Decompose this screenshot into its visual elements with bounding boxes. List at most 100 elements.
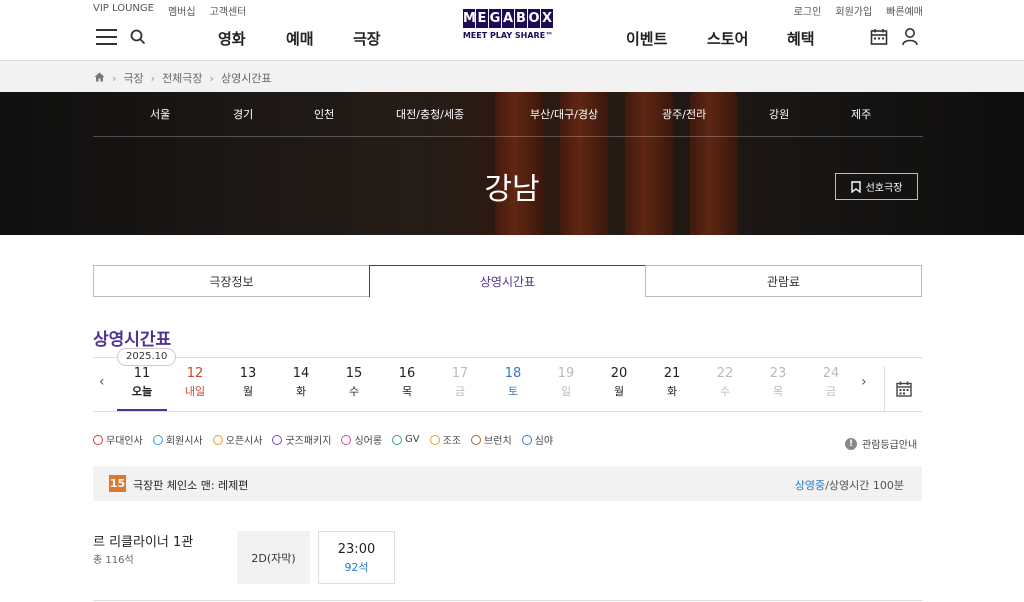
date-number: 11: [133, 366, 151, 381]
movie-title[interactable]: 극장판 체인소 맨: 레제편: [133, 477, 248, 493]
legend-item: 심야: [521, 432, 553, 447]
legend-label: 무대인사: [106, 436, 143, 447]
nav-theater[interactable]: 극장: [353, 28, 381, 49]
region-gyeonggi[interactable]: 경기: [233, 106, 253, 122]
date-item[interactable]: 24 금: [806, 366, 856, 411]
utility-links-left: VIP LOUNGE 멤버십 고객센터: [93, 3, 246, 18]
region-incheon[interactable]: 인천: [314, 106, 334, 122]
date-item[interactable]: 18 토: [488, 366, 538, 411]
date-weekday: 월: [613, 385, 625, 398]
tab-theater-info[interactable]: 극장정보: [93, 265, 370, 297]
nav-booking[interactable]: 예매: [286, 28, 314, 49]
rating-info-label: 관람등급안내: [862, 440, 918, 451]
legend-item: 조조: [429, 432, 462, 447]
date-weekday: 수: [348, 385, 360, 398]
quick-booking-link[interactable]: 빠른예매: [886, 3, 923, 18]
legend-item: 오픈시사: [212, 432, 263, 447]
logo-letter: M: [463, 9, 476, 28]
membership-link[interactable]: 멤버십: [168, 3, 196, 18]
date-number: 12: [186, 366, 204, 381]
region-gangwon[interactable]: 강원: [769, 106, 789, 122]
date-item[interactable]: 15 수: [329, 366, 379, 411]
chevron-right-icon: ›: [209, 71, 214, 85]
date-number: 22: [716, 366, 734, 381]
date-number: 24: [822, 366, 840, 381]
nav-benefit[interactable]: 혜택: [787, 28, 815, 49]
megabox-logo[interactable]: M E G A B O X MEET PLAY SHARE™: [454, 9, 562, 47]
date-weekday: 내일: [184, 385, 206, 398]
date-weekday: 일: [560, 385, 572, 398]
date-item[interactable]: 17 금: [435, 366, 485, 411]
date-item[interactable]: 22 수: [700, 366, 750, 411]
schedule-calendar-icon[interactable]: [870, 28, 888, 50]
tab-pricing[interactable]: 관람료: [645, 265, 922, 297]
region-nav: 서울 경기 인천 대전/충청/세종 부산/대구/경상 광주/전라 강원 제주: [93, 92, 923, 137]
utility-links-right: 로그인 회원가입 빠른예매: [794, 3, 923, 18]
date-item[interactable]: 12 내일: [170, 366, 220, 411]
date-item[interactable]: 11 오늘: [117, 366, 167, 411]
next-date-arrow[interactable]: ›: [861, 374, 867, 390]
region-seoul[interactable]: 서울: [150, 106, 170, 122]
date-weekday: 화: [666, 385, 678, 398]
logo-letter: G: [489, 9, 501, 28]
date-picker-button[interactable]: [884, 366, 922, 411]
legend-item: 회원시사: [152, 432, 203, 447]
date-item[interactable]: 23 목: [753, 366, 803, 411]
showtime-remaining-seats: 92석: [344, 561, 369, 574]
date-item[interactable]: 21 화: [647, 366, 697, 411]
date-item[interactable]: 14 화: [276, 366, 326, 411]
home-icon[interactable]: [94, 72, 105, 85]
date-weekday: 수: [719, 385, 731, 398]
logo-letter: O: [528, 9, 540, 28]
legend-marker-icon: [521, 434, 532, 445]
date-item[interactable]: 13 월: [223, 366, 273, 411]
nav-event[interactable]: 이벤트: [626, 28, 667, 49]
date-item[interactable]: 20 월: [594, 366, 644, 411]
date-number: 13: [239, 366, 257, 381]
date-item[interactable]: 16 목: [382, 366, 432, 411]
nav-store[interactable]: 스토어: [707, 28, 748, 49]
legend-marker-icon: [152, 434, 163, 445]
tab-schedule[interactable]: 상영시간표: [369, 265, 646, 297]
region-gwangju[interactable]: 광주/전라: [662, 106, 706, 122]
date-number: 17: [451, 366, 469, 381]
year-month-badge: 2025.10: [117, 348, 177, 366]
login-link[interactable]: 로그인: [794, 3, 822, 18]
date-number: 21: [663, 366, 681, 381]
vip-lounge-link[interactable]: VIP LOUNGE: [93, 3, 154, 18]
movie-meta: 상영중/상영시간 100분: [795, 477, 904, 493]
rating-info-link[interactable]: ! 관람등급안내: [845, 436, 917, 451]
region-jeju[interactable]: 제주: [851, 106, 871, 122]
legend-marker-icon: [341, 434, 352, 445]
signup-link[interactable]: 회원가입: [835, 3, 872, 18]
legend-item: 브런치: [471, 432, 512, 447]
region-daejeon[interactable]: 대전/충청/세종: [396, 106, 464, 122]
legend-label: 오픈시사: [225, 436, 263, 447]
hamburger-menu-icon[interactable]: [96, 29, 117, 45]
date-weekday: 월: [242, 385, 254, 398]
logo-letter: E: [476, 9, 488, 28]
date-number: 23: [769, 366, 787, 381]
nav-movie[interactable]: 영화: [218, 28, 246, 49]
prev-date-arrow[interactable]: ‹: [99, 374, 105, 390]
legend-label: 조조: [442, 436, 462, 447]
logo-letter: A: [502, 9, 514, 28]
calendar-icon: [895, 381, 912, 397]
date-item[interactable]: 19 일: [541, 366, 591, 411]
screening-type-legend: 무대인사 회원시사 오픈시사 굿즈패키지 싱어롱 GV 조조 브런치 심야: [93, 432, 553, 447]
customer-center-link[interactable]: 고객센터: [210, 3, 247, 18]
legend-marker-icon: [93, 434, 103, 445]
favorite-theater-button[interactable]: 선호극장: [835, 173, 918, 200]
user-icon[interactable]: [901, 27, 919, 50]
showtime-button[interactable]: 23:00 92석: [318, 531, 395, 584]
date-number: 16: [398, 366, 416, 381]
breadcrumb-theater[interactable]: 극장: [123, 70, 143, 86]
date-weekday: 금: [454, 385, 466, 398]
search-icon[interactable]: [130, 29, 146, 45]
breadcrumb-all-theaters[interactable]: 전체극장: [162, 70, 202, 86]
showtime-time: 23:00: [337, 542, 376, 557]
region-busan[interactable]: 부산/대구/경상: [530, 106, 598, 122]
theater-tabs: 극장정보 상영시간표 관람료: [93, 265, 922, 297]
breadcrumb-schedule: 상영시간표: [220, 72, 272, 85]
info-icon: !: [845, 437, 857, 450]
